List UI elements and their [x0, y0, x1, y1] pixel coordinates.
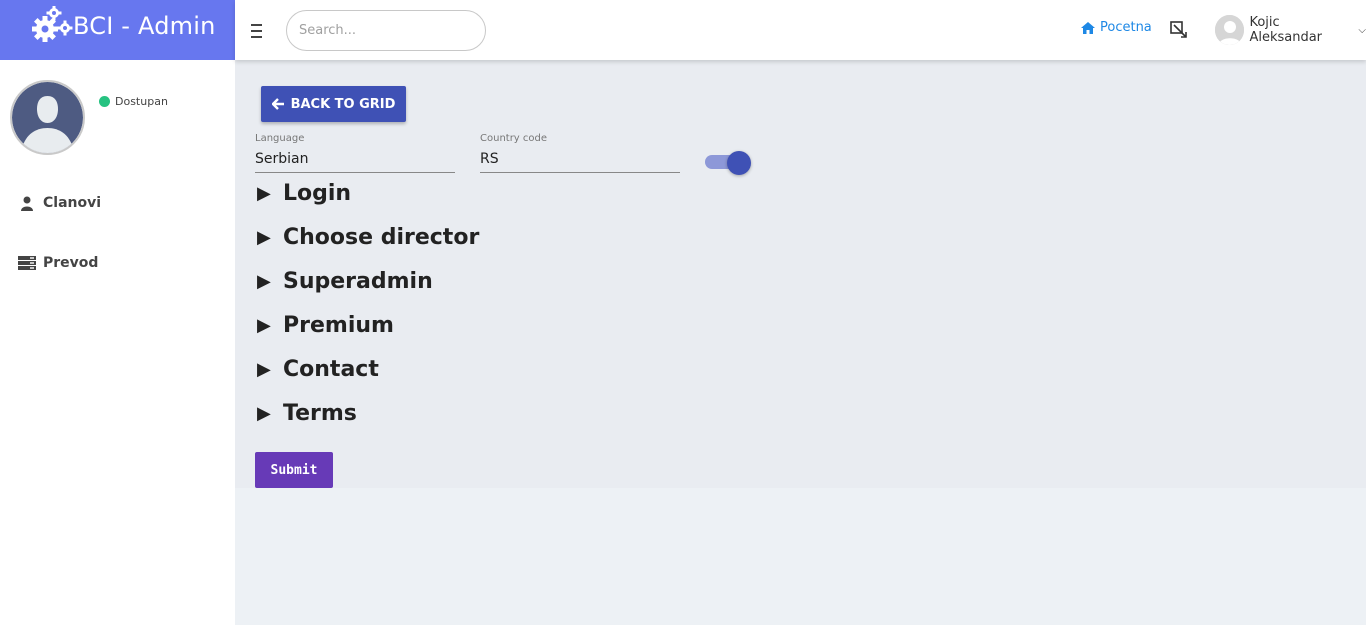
section-contact[interactable]: ▶ Contact [257, 357, 379, 382]
section-terms[interactable]: ▶ Terms [257, 401, 357, 426]
submit-button[interactable]: Submit [255, 452, 333, 488]
hamburger-icon[interactable] [251, 20, 265, 40]
brand-bar: BCI - Admin [0, 0, 235, 60]
avatar [1215, 15, 1245, 45]
country-code-label: Country code [480, 133, 548, 144]
section-label: Terms [283, 401, 357, 426]
home-link-label: Pocetna [1100, 20, 1152, 35]
language-field: Language [255, 133, 455, 173]
caret-right-icon: ▶ [257, 271, 271, 292]
section-label: Premium [283, 313, 394, 338]
country-code-field: Country code [480, 133, 680, 173]
section-label: Superadmin [283, 269, 433, 294]
section-label: Contact [283, 357, 379, 382]
user-icon [18, 196, 36, 211]
toggle-knob [727, 151, 751, 175]
search-input[interactable] [286, 10, 486, 51]
sidebar-item-clanovi[interactable]: Clanovi [18, 195, 101, 211]
section-superadmin[interactable]: ▶ Superadmin [257, 269, 433, 294]
sidebar-item-label: Prevod [43, 255, 99, 271]
active-toggle[interactable] [704, 150, 752, 175]
sidebar-item-prevod[interactable]: Prevod [18, 255, 98, 271]
gears-icon [32, 6, 73, 42]
caret-right-icon: ▶ [257, 183, 271, 204]
expand-icon[interactable] [1169, 20, 1189, 40]
caret-right-icon: ▶ [257, 315, 271, 336]
back-to-grid-button[interactable]: BACK TO GRID [261, 86, 406, 122]
home-link[interactable]: Pocetna [1080, 20, 1152, 35]
language-input[interactable] [255, 145, 455, 173]
user-avatar-icon [1215, 15, 1245, 45]
user-avatar-icon [12, 82, 83, 153]
top-navbar: Pocetna Kojic Aleksandar ⌵ [235, 0, 1366, 60]
section-login[interactable]: ▶ Login [257, 181, 351, 206]
caret-right-icon: ▶ [257, 403, 271, 424]
language-label: Language [255, 133, 305, 144]
profile-avatar [10, 80, 85, 155]
section-label: Choose director [283, 225, 480, 250]
chevron-down-icon: ⌵ [1358, 24, 1366, 36]
back-to-grid-label: BACK TO GRID [290, 96, 396, 112]
caret-right-icon: ▶ [257, 359, 271, 380]
user-name: Kojic Aleksandar [1249, 15, 1323, 45]
arrow-left-icon [271, 98, 284, 110]
status-label: Dostupan [115, 95, 168, 108]
caret-right-icon: ▶ [257, 227, 271, 248]
server-icon [18, 256, 36, 270]
section-choose-director[interactable]: ▶ Choose director [257, 225, 479, 250]
brand-title: BCI - Admin [73, 12, 216, 40]
online-dot [99, 96, 110, 107]
country-code-input[interactable] [480, 145, 680, 173]
user-menu[interactable]: Kojic Aleksandar ⌵ [1215, 15, 1366, 45]
section-premium[interactable]: ▶ Premium [257, 313, 394, 338]
sidebar: Dostupan Clanovi Prevod [0, 60, 235, 625]
section-label: Login [283, 181, 352, 206]
home-icon [1081, 21, 1095, 34]
sidebar-item-label: Clanovi [43, 195, 102, 211]
status-indicator: Dostupan [99, 95, 168, 108]
